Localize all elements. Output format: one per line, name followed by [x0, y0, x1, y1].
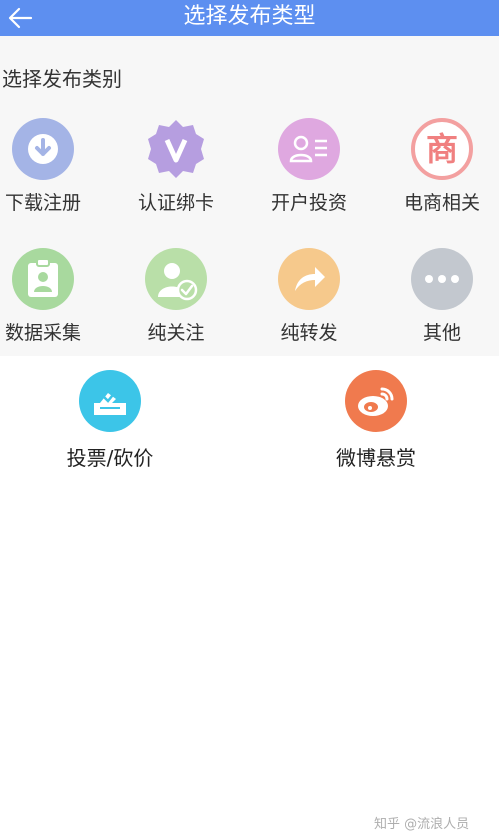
category-repost-only[interactable]: 纯转发 [254, 248, 364, 358]
category-label: 投票/砍价 [66, 446, 154, 470]
category-open-account-invest[interactable]: 开户投资 [254, 118, 364, 228]
category-label: 下载注册 [4, 192, 81, 214]
contact-card-icon [12, 248, 74, 310]
vote-box-icon [79, 370, 141, 432]
category-label: 其他 [422, 322, 461, 344]
category-label: 纯关注 [147, 322, 205, 344]
special-section: 投票/砍价 微博悬赏 知乎 @流浪人员 [0, 356, 499, 832]
category-label: 数据采集 [4, 322, 81, 344]
verified-badge-icon [145, 118, 207, 180]
category-follow-only[interactable]: 纯关注 [121, 248, 231, 358]
category-vote-bargain[interactable]: 投票/砍价 [30, 356, 190, 476]
shop-icon: 商 [411, 118, 473, 180]
top-bar: 选择发布类型 [0, 0, 499, 36]
category-label: 认证绑卡 [137, 192, 214, 214]
weibo-icon [345, 370, 407, 432]
category-label: 微博悬赏 [336, 446, 416, 470]
category-data-collection[interactable]: 数据采集 [0, 248, 98, 358]
category-other[interactable]: 其他 [387, 248, 497, 358]
category-verify-bind-card[interactable]: 认证绑卡 [121, 118, 231, 228]
category-ecommerce[interactable]: 商 电商相关 [387, 118, 497, 228]
category-label: 电商相关 [403, 192, 480, 214]
category-weibo-reward[interactable]: 微博悬赏 [296, 356, 456, 476]
user-check-icon [145, 248, 207, 310]
page-title: 选择发布类型 [183, 4, 316, 29]
share-arrow-icon [278, 248, 340, 310]
download-icon [12, 118, 74, 180]
category-section: 选择发布类别 下载注册 认证绑卡 开户投资 商 电商相关 数据采集 纯关注 纯转… [0, 36, 499, 356]
more-icon [411, 248, 473, 310]
category-label: 纯转发 [280, 322, 338, 344]
category-download-register[interactable]: 下载注册 [0, 118, 98, 228]
category-label: 开户投资 [270, 192, 347, 214]
watermark: 知乎 @流浪人员 [374, 817, 470, 832]
section-title: 选择发布类别 [2, 67, 122, 91]
id-card-icon [278, 118, 340, 180]
